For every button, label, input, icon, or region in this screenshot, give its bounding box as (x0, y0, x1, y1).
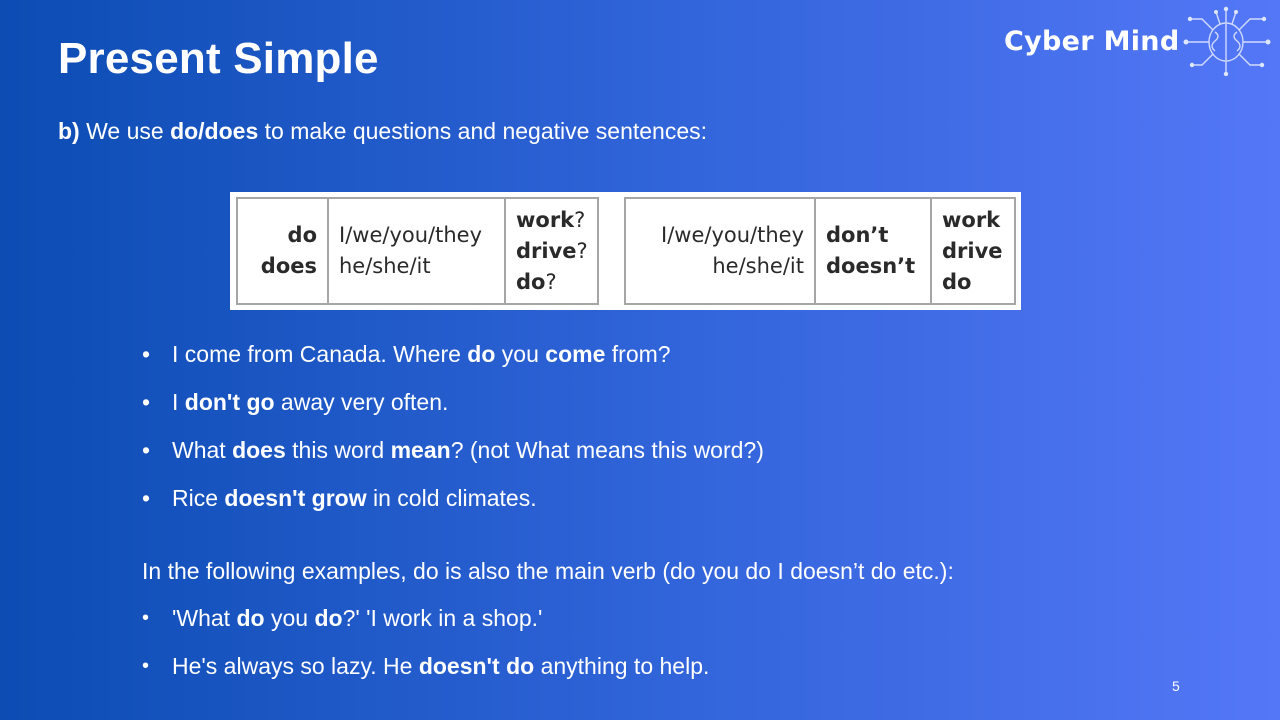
grammar-table-panel: do does I/we/you/they he/she/it work? dr… (230, 192, 1021, 310)
verb-drive: drive (942, 238, 1003, 263)
list-item-text: I don't go away very often. (172, 384, 448, 420)
subject-plural: I/we/you/they (661, 223, 804, 247)
plain-text: ?' 'I work in a shop.' (342, 605, 543, 631)
aux-dont: don’t (826, 223, 889, 247)
aux-doesnt: doesn’t (826, 254, 916, 278)
brain-circuit-icon (1183, 6, 1271, 76)
verb-work: work? (516, 207, 586, 232)
negative-aux-column: don’t doesn’t (816, 199, 932, 303)
verb-do: do? (516, 269, 557, 294)
plain-text: Rice (172, 485, 225, 511)
aux-do: do (287, 223, 317, 247)
intro-sentence: b) We use do/does to make questions and … (58, 118, 707, 145)
logo-text: Cyber Mind (1004, 26, 1180, 57)
plain-text: I come from Canada. Where (172, 341, 468, 367)
emphasis-text: do (314, 605, 343, 631)
page-number: 5 (1172, 678, 1180, 694)
list-item-text: I come from Canada. Where do you come fr… (172, 336, 671, 372)
plain-text: you (495, 341, 546, 367)
question-verb-column: work? drive? do? (506, 199, 597, 303)
subject-singular: he/she/it (339, 254, 431, 278)
negative-subject-column: I/we/you/they he/she/it (626, 199, 816, 303)
list-item-text: What does this word mean? (not What mean… (172, 432, 764, 468)
emphasis-text: do (236, 605, 265, 631)
verb-drive: drive? (516, 238, 588, 263)
emphasis-text: doesn't do (418, 653, 535, 679)
intro-text-pre: We use (79, 118, 171, 144)
negative-table: I/we/you/they he/she/it don’t doesn’t wo… (624, 197, 1016, 305)
plain-text: in cold climates. (366, 485, 537, 511)
plain-text: from? (605, 341, 671, 367)
list-item-text: He's always so lazy. He doesn't do anyth… (172, 648, 709, 684)
plain-text: ? (not What means this word?) (450, 437, 764, 463)
verb-do: do (942, 269, 972, 294)
verb-work: work (942, 207, 1001, 232)
emphasis-text: come (545, 341, 606, 367)
plain-text: you (264, 605, 315, 631)
plain-text: away very often. (274, 389, 449, 415)
list-item-text: 'What do you do?' 'I work in a shop.' (172, 600, 542, 636)
aux-does: does (260, 254, 317, 278)
emphasis-text: doesn't grow (224, 485, 367, 511)
plain-text: What (172, 437, 233, 463)
plain-text: this word (285, 437, 391, 463)
question-subject-column: I/we/you/they he/she/it (329, 199, 506, 303)
list-item-text: Rice doesn't grow in cold climates. (172, 480, 537, 516)
slide-title: Present Simple (58, 34, 379, 83)
subject-singular: he/she/it (712, 254, 804, 278)
subject-plural: I/we/you/they (339, 223, 482, 247)
emphasis-text: mean (390, 437, 451, 463)
plain-text: He's always so lazy. He (172, 653, 419, 679)
intro-text-post: to make questions and negative sentences… (258, 118, 708, 144)
negative-verb-column: work drive do (932, 199, 1014, 303)
emphasis-text: do (467, 341, 496, 367)
plain-text: anything to help. (534, 653, 710, 679)
emphasis-text: does (232, 437, 286, 463)
cyber-mind-logo: Cyber Mind (1000, 6, 1275, 76)
intro-label: b) (58, 118, 80, 144)
question-table: do does I/we/you/they he/she/it work? dr… (236, 197, 599, 305)
plain-text: 'What (172, 605, 237, 631)
main-verb-note: In the following examples, do is also th… (142, 558, 954, 584)
intro-keyword: do/does (170, 118, 259, 144)
plain-text: I (172, 389, 185, 415)
emphasis-text: don't go (184, 389, 275, 415)
question-aux-column: do does (238, 199, 329, 303)
